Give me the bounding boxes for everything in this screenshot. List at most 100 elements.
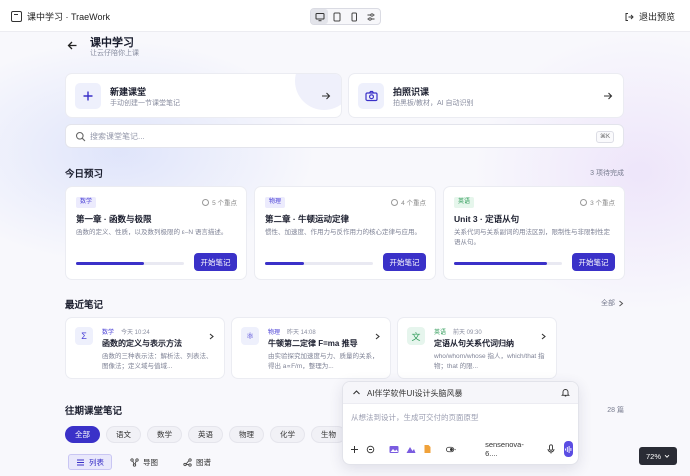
note-card[interactable]: ⚛ 物理 昨天 14:08 牛顿第二定律 F=ma 推导 由实验探究加速度与力、… [231,317,391,379]
audio-wave-icon [565,445,572,453]
new-class-card[interactable]: 新建课堂 手动创建一节课堂笔记 [65,73,342,118]
filter-chip-biology[interactable]: 生物 [311,426,346,443]
note-excerpt: 由实验探究加速度与力、质量的关系，得出 a∝F/m，整理为... [268,353,379,370]
start-note-button[interactable]: 开始笔记 [383,253,426,271]
ai-prompt-input[interactable]: 从想法到设计，生成可交付的页面原型 [351,412,571,423]
note-time: 前天 09:30 [453,330,482,336]
progress-fill [265,262,304,265]
new-class-subtitle: 手动创建一节课堂笔记 [110,100,180,107]
subject-tag: 英语 [454,197,475,208]
back-button[interactable] [63,36,81,54]
note-title: 牛顿第二定律 F=ma 推导 [268,339,358,348]
note-subject: 物理 [268,330,281,336]
ai-assistant-panel: AI伴学软件UI设计头脑风暴 从想法到设计，生成可交付的页面原型 senseno… [342,381,579,465]
app-window-icon [11,11,22,22]
app-title: 课中学习 · TraeWork [11,10,110,23]
preview-card[interactable]: 数学 5 个重点 第一章 · 函数与极限 函数的定义、性质，以及数列极限的 ε–… [65,186,247,280]
monitor-icon [315,12,325,21]
search-input[interactable] [90,128,570,145]
arrow-left-icon [67,41,76,49]
new-class-title: 新建课堂 [110,87,147,97]
view-tab-label: 导图 [143,457,158,467]
mobile-view-button[interactable] [346,9,363,24]
focus-count-label: 5 个重点 [212,200,237,207]
exit-icon [625,12,634,21]
progress-bar [76,262,184,265]
target-icon [202,198,210,206]
start-note-button[interactable]: 开始笔记 [572,253,615,271]
model-selector[interactable]: sensenova-6.... [485,440,524,458]
top-bar: 课中学习 · TraeWork 退出预览 [0,0,690,32]
tablet-view-button[interactable] [328,9,345,24]
target-icon [391,198,399,206]
subject-filter: 全部 语文 数学 英语 物理 化学 生物 历史 [65,426,387,443]
view-tab-mindmap[interactable]: 导图 [123,454,165,470]
today-pending-count: 3 项待完成 [590,170,624,177]
file-icon[interactable] [423,444,432,454]
archive-count: 28 篇 [607,407,624,414]
note-time: 今天 10:24 [121,330,150,336]
filter-chip-math[interactable]: 数学 [147,426,182,443]
adjust-view-button[interactable] [363,9,380,24]
ai-panel-header: AI伴学软件UI设计头脑风暴 [343,382,578,404]
toggle-icon[interactable] [446,444,456,454]
preview-card[interactable]: 英语 3 个重点 Unit 3 · 定语从句 关系代词与关系副词的用法区别，限制… [443,186,625,280]
desktop-view-button[interactable] [311,9,329,24]
ai-panel-title: AI伴学软件UI设计头脑风暴 [367,389,463,398]
shortcut-badge: ⌘K [595,131,614,143]
filter-chip-chemistry[interactable]: 化学 [270,426,305,443]
filter-chip-all[interactable]: 全部 [65,426,100,443]
search-icon [75,131,86,142]
microphone-icon[interactable] [547,444,555,454]
preview-title: Unit 3 · 定语从句 [454,214,520,224]
zoom-indicator[interactable]: 72% [639,447,677,465]
bell-icon[interactable] [561,388,570,397]
filter-chip-physics[interactable]: 物理 [229,426,264,443]
archive-section-title: 往期课堂笔记 [65,406,123,417]
image-icon[interactable] [389,444,399,454]
today-section-title: 今日预习 [65,169,104,180]
filter-chip-chinese[interactable]: 语文 [106,426,141,443]
progress-fill [454,262,547,265]
chevron-up-icon[interactable] [352,388,361,397]
preview-card[interactable]: 物理 4 个重点 第二章 · 牛顿运动定律 惯性、加速度、作用力与反作用力的核心… [254,186,436,280]
view-tab-label: 图谱 [196,457,211,467]
focus-count: 3 个重点 [580,197,615,207]
ai-toolbar: sensenova-6.... [350,440,574,458]
note-card[interactable]: Σ 数学 今天 10:24 函数的定义与表示方法 函数的三种表示法：解析法、列表… [65,317,225,379]
attachment-icon[interactable] [366,444,375,454]
page-header: 课中学习 让云仔陪你上课 [54,32,636,62]
note-subject: 数学 [102,330,115,336]
voice-send-button[interactable] [564,441,574,457]
tablet-icon [333,12,341,21]
graph-icon [183,457,192,467]
device-switcher [310,8,381,25]
arrow-right-icon [604,92,613,100]
zoom-level: 72% [645,451,661,461]
recent-all-label: 全部 [601,300,615,307]
mindmap-icon [130,457,139,467]
progress-bar [454,262,562,265]
recent-all-link[interactable]: 全部 [601,298,624,308]
chevron-right-icon [541,333,546,340]
subject-tag: 数学 [76,197,97,208]
gallery-icon[interactable] [406,444,416,454]
photo-recognize-title: 拍照识课 [393,87,430,97]
view-tab-graph[interactable]: 图谱 [176,454,218,470]
exit-preview-button[interactable]: 退出预览 [624,10,675,23]
note-card[interactable]: 文 英语 前天 09:30 定语从句关系代词归纳 who/whom/whose … [397,317,557,379]
preview-description: 关系代词与关系副词的用法区别，限制性与非限制性定语从句。 [454,229,610,246]
target-icon [580,198,588,206]
progress-fill [76,262,145,265]
filter-chip-english[interactable]: 英语 [188,426,223,443]
plus-icon[interactable] [350,444,359,454]
note-excerpt: who/whom/whose 指人，which/that 指物；that 的限.… [434,353,545,370]
photo-recognize-card[interactable]: 拍照识课 拍黑板/教材，AI 自动识别 [348,73,624,118]
start-note-button[interactable]: 开始笔记 [194,253,237,271]
sliders-icon [367,12,375,21]
view-tab-list[interactable]: 列表 [68,454,112,470]
note-subject: 英语 [434,330,447,336]
note-title: 定语从句关系代词归纳 [434,339,514,348]
exit-preview-label: 退出预览 [638,12,675,22]
preview-title: 第一章 · 函数与极限 [76,214,152,224]
